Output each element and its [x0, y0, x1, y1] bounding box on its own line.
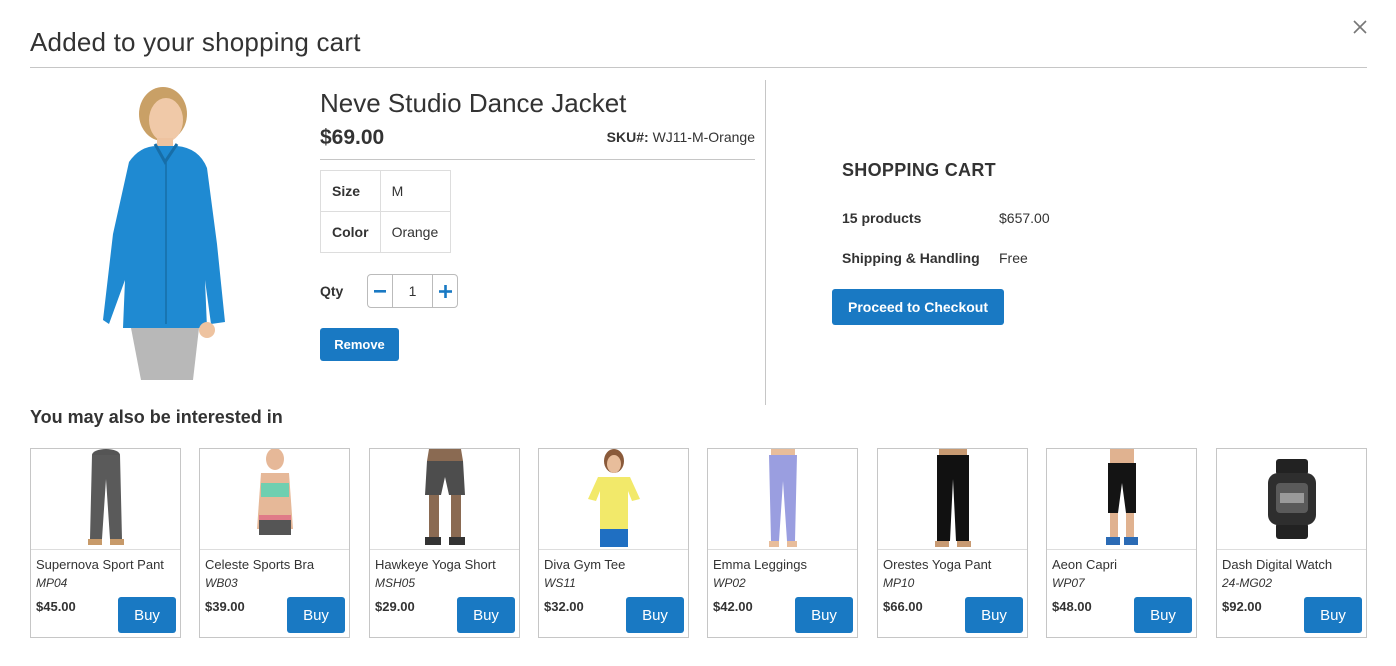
digital-watch-image[interactable]	[1217, 449, 1366, 550]
product-name[interactable]: Aeon Capri	[1052, 557, 1117, 572]
related-product-card[interactable]: Emma Leggings WP02 $42.00 Buy	[707, 448, 858, 638]
option-row-size: Size M	[320, 170, 451, 212]
product-sku: WP07	[1052, 576, 1085, 590]
cart-summary-title: SHOPPING CART	[842, 160, 996, 180]
product-name[interactable]: Hawkeye Yoga Short	[375, 557, 496, 572]
related-product-card[interactable]: Celeste Sports Bra WB03 $39.00 Buy	[199, 448, 350, 638]
product-name[interactable]: Orestes Yoga Pant	[883, 557, 991, 572]
grey-sport-pant-image[interactable]	[31, 449, 180, 550]
product-price: $29.00	[375, 599, 415, 614]
product-divider	[320, 159, 755, 160]
cart-products-label: 15 products	[842, 210, 922, 226]
related-product-card[interactable]: Supernova Sport Pant MP04 $45.00 Buy	[30, 448, 181, 638]
cart-shipping-label: Shipping & Handling	[842, 250, 980, 266]
product-sku: MP04	[36, 576, 68, 590]
sku-value: WJ11-M-Orange	[652, 129, 755, 145]
product-name[interactable]: Celeste Sports Bra	[205, 557, 314, 572]
cart-shipping-value: Free	[999, 250, 1028, 266]
buy-button[interactable]: Buy	[118, 597, 176, 633]
product-sku: WB03	[205, 576, 238, 590]
decrease-qty-button[interactable]	[368, 275, 392, 307]
buy-button[interactable]: Buy	[795, 597, 853, 633]
option-label: Color	[320, 211, 381, 253]
lavender-leggings-image[interactable]	[708, 449, 857, 550]
related-product-card[interactable]: Orestes Yoga Pant MP10 $66.00 Buy	[877, 448, 1028, 638]
title-divider	[30, 67, 1367, 68]
option-row-color: Color Orange	[320, 211, 451, 253]
buy-button[interactable]: Buy	[626, 597, 684, 633]
product-sku: WS11	[544, 576, 576, 590]
product-sku: MP10	[883, 576, 915, 590]
yoga-short-image[interactable]	[370, 449, 519, 550]
buy-button[interactable]: Buy	[1304, 597, 1362, 633]
remove-button[interactable]: Remove	[320, 328, 399, 361]
proceed-to-checkout-button[interactable]: Proceed to Checkout	[832, 289, 1004, 325]
product-name[interactable]: Supernova Sport Pant	[36, 557, 164, 572]
product-price: $45.00	[36, 599, 76, 614]
product-sku: MSH05	[375, 576, 416, 590]
qty-label: Qty	[320, 283, 344, 299]
buy-button[interactable]: Buy	[457, 597, 515, 633]
product-price: $69.00	[320, 126, 385, 149]
related-product-card[interactable]: Dash Digital Watch 24-MG02 $92.00 Buy	[1216, 448, 1367, 638]
cart-shipping-row: Shipping & Handling Free	[842, 250, 1028, 266]
related-products-title: You may also be interested in	[30, 407, 283, 427]
product-price: $39.00	[205, 599, 245, 614]
product-name: Neve Studio Dance Jacket	[320, 88, 627, 118]
product-price: $42.00	[713, 599, 753, 614]
plus-icon	[438, 284, 452, 298]
product-sku: SKU#: WJ11-M-Orange	[607, 129, 755, 145]
product-name[interactable]: Diva Gym Tee	[544, 557, 625, 572]
buy-button[interactable]: Buy	[965, 597, 1023, 633]
quantity-stepper	[367, 274, 458, 308]
yellow-tee-image[interactable]	[539, 449, 688, 550]
buy-button[interactable]: Buy	[287, 597, 345, 633]
minus-icon	[374, 290, 386, 293]
product-sku: 24-MG02	[1222, 576, 1273, 590]
product-price: $32.00	[544, 599, 584, 614]
option-value: M	[379, 170, 451, 212]
product-name[interactable]: Dash Digital Watch	[1222, 557, 1332, 572]
qty-input[interactable]	[392, 275, 433, 307]
product-image	[95, 84, 235, 380]
product-name[interactable]: Emma Leggings	[713, 557, 807, 572]
black-yoga-pant-image[interactable]	[878, 449, 1027, 550]
buy-button[interactable]: Buy	[1134, 597, 1192, 633]
product-price: $92.00	[1222, 599, 1262, 614]
cart-products-total: $657.00	[999, 210, 1050, 226]
related-product-card[interactable]: Hawkeye Yoga Short MSH05 $29.00 Buy	[369, 448, 520, 638]
related-product-card[interactable]: Diva Gym Tee WS11 $32.00 Buy	[538, 448, 689, 638]
option-value: Orange	[379, 211, 451, 253]
increase-qty-button[interactable]	[433, 275, 457, 307]
product-price: $48.00	[1052, 599, 1092, 614]
product-options-table: Size M Color Orange	[320, 170, 451, 253]
option-label: Size	[320, 170, 381, 212]
modal-title: Added to your shopping cart	[30, 27, 361, 57]
capri-image[interactable]	[1047, 449, 1196, 550]
product-price: $66.00	[883, 599, 923, 614]
sku-label: SKU#:	[606, 129, 649, 145]
column-divider	[765, 80, 766, 405]
cart-products-row: 15 products $657.00	[842, 210, 1050, 226]
close-icon[interactable]	[1349, 16, 1371, 38]
related-product-card[interactable]: Aeon Capri WP07 $48.00 Buy	[1046, 448, 1197, 638]
sports-bra-image[interactable]	[200, 449, 349, 550]
product-sku: WP02	[713, 576, 746, 590]
